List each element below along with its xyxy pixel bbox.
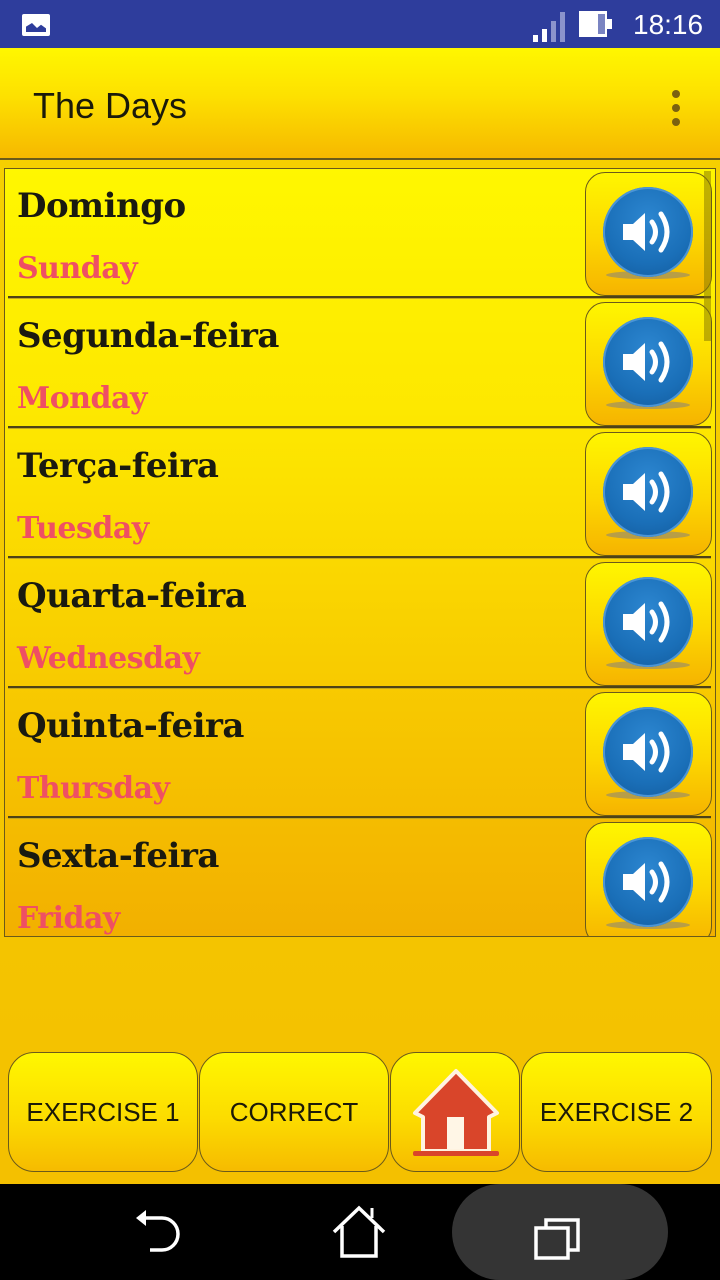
recents-icon — [534, 1218, 580, 1260]
status-bar: 18:16 — [0, 0, 720, 48]
play-sound-button[interactable] — [585, 302, 712, 426]
native-word: Quinta-feira — [17, 706, 244, 746]
system-nav-bar — [0, 1184, 720, 1280]
more-vert-icon[interactable] — [664, 88, 688, 128]
speaker-icon — [603, 317, 693, 407]
exercise-2-button[interactable]: EXERCISE 2 — [521, 1052, 712, 1172]
speaker-icon — [603, 837, 693, 927]
battery-icon — [579, 11, 612, 37]
content-area: Domingo Sunday Segunda-feira Monday Terç… — [0, 160, 720, 1184]
bottom-button-bar: EXERCISE 1 CORRECT EXERCISE 2 — [0, 1052, 720, 1172]
english-word: Tuesday — [17, 511, 149, 546]
list-item: Segunda-feira Monday — [5, 299, 715, 429]
gallery-notification-icon — [22, 14, 50, 36]
home-icon — [413, 1069, 499, 1156]
speaker-icon — [603, 447, 693, 537]
english-word: Thursday — [17, 771, 170, 806]
play-sound-button[interactable] — [585, 432, 712, 556]
list-item: Quarta-feira Wednesday — [5, 559, 715, 689]
list-item: Sexta-feira Friday — [5, 819, 715, 936]
list-item: Quinta-feira Thursday — [5, 689, 715, 819]
back-icon[interactable] — [132, 1208, 188, 1256]
recents-button[interactable] — [452, 1184, 668, 1280]
play-sound-button[interactable] — [585, 822, 712, 936]
play-sound-button[interactable] — [585, 172, 712, 296]
status-time: 18:16 — [633, 9, 704, 40]
speaker-icon — [603, 577, 693, 667]
list-item: Terça-feira Tuesday — [5, 429, 715, 559]
correct-button[interactable]: CORRECT — [199, 1052, 389, 1172]
play-sound-button[interactable] — [585, 562, 712, 686]
native-word: Domingo — [17, 186, 186, 226]
home-icon[interactable] — [330, 1204, 388, 1260]
home-button[interactable] — [390, 1052, 520, 1172]
english-word: Friday — [17, 901, 120, 936]
list-item: Domingo Sunday — [5, 169, 715, 299]
english-word: Monday — [17, 381, 147, 416]
exercise-1-button[interactable]: EXERCISE 1 — [8, 1052, 198, 1172]
page-title: The Days — [33, 85, 188, 126]
app-bar: The Days — [0, 48, 720, 160]
speaker-icon — [603, 187, 693, 277]
speaker-icon — [603, 707, 693, 797]
days-list[interactable]: Domingo Sunday Segunda-feira Monday Terç… — [4, 168, 716, 937]
native-word: Sexta-feira — [17, 836, 219, 876]
signal-icon — [533, 12, 567, 42]
english-word: Sunday — [17, 251, 138, 286]
native-word: Terça-feira — [17, 446, 219, 486]
native-word: Segunda-feira — [17, 316, 279, 356]
native-word: Quarta-feira — [17, 576, 247, 616]
english-word: Wednesday — [17, 641, 200, 676]
play-sound-button[interactable] — [585, 692, 712, 816]
list-scrollbar[interactable] — [704, 171, 711, 341]
